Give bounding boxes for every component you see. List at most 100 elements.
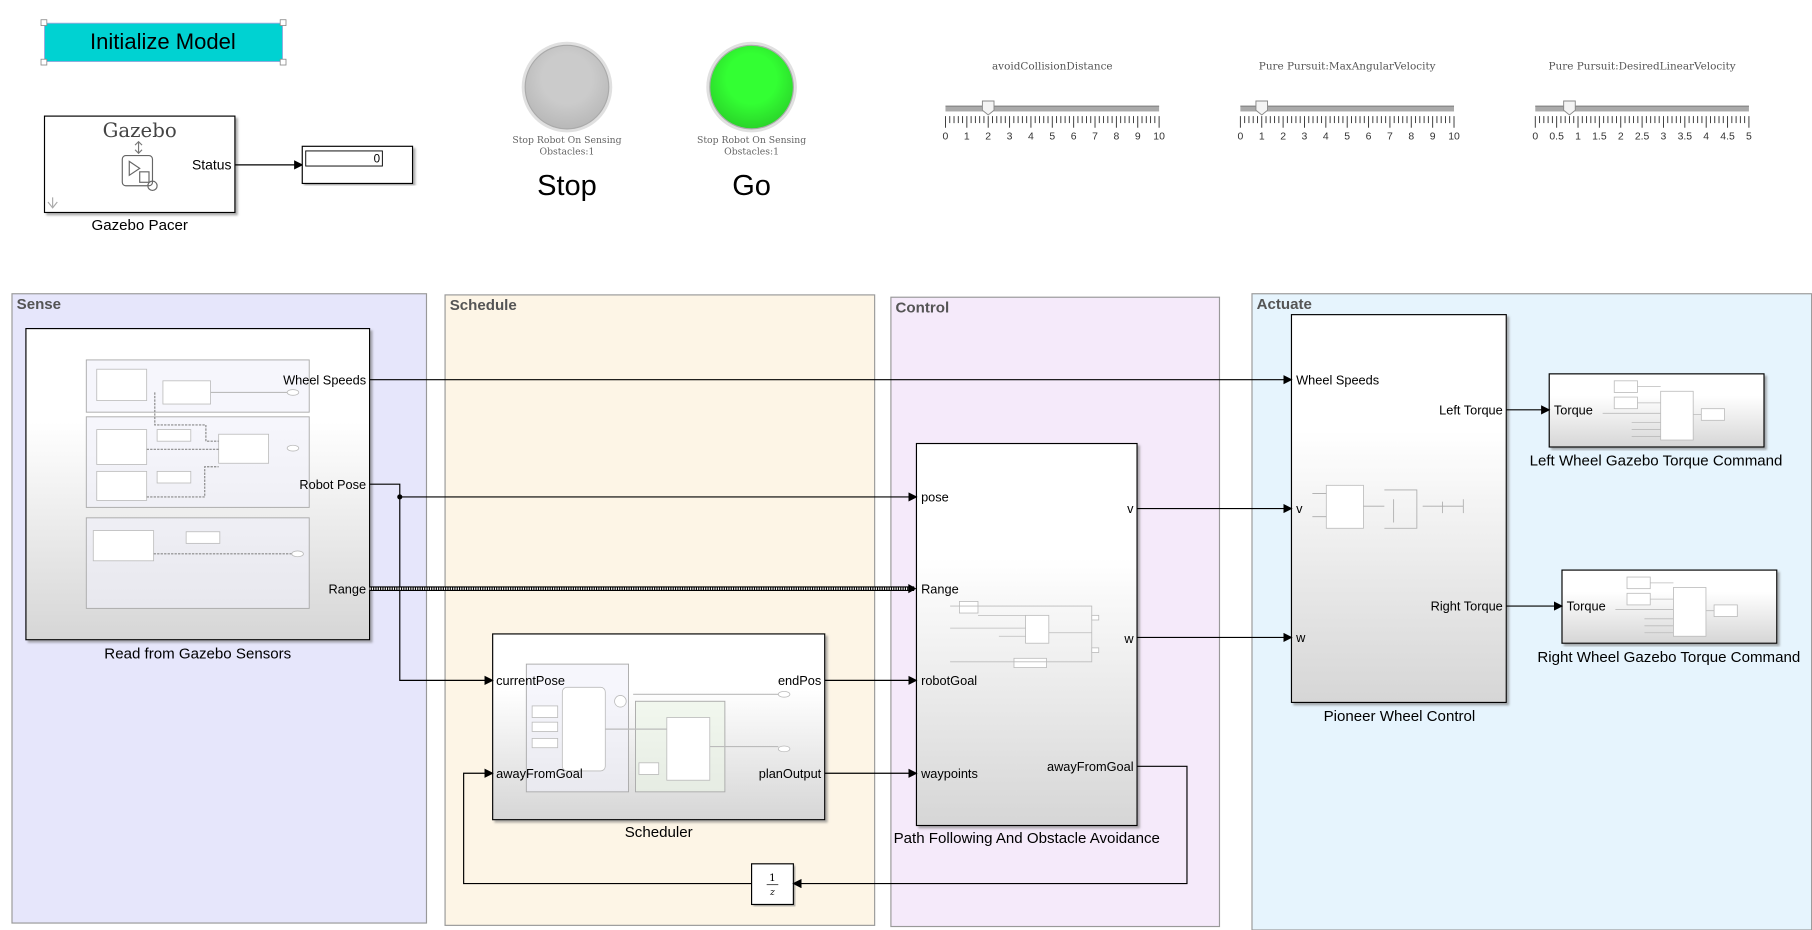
left-wheel-torque-block[interactable]: Torque Left Wheel Gazebo Torque Command <box>1530 373 1783 470</box>
port-w: w <box>1295 630 1306 645</box>
block-label: Left Wheel Gazebo Torque Command <box>1530 453 1783 470</box>
port-plan-output: planOutput <box>759 766 822 781</box>
port-pose: pose <box>921 490 949 505</box>
slider-title: avoidCollisionDistance <box>992 61 1113 73</box>
gazebo-icon-text: Gazebo <box>103 119 177 142</box>
display-value: 0 <box>374 153 380 166</box>
slider-tick-label: 4 <box>1028 131 1034 142</box>
port-v: v <box>1127 501 1134 516</box>
slider-title: Pure Pursuit:DesiredLinearVelocity <box>1548 61 1735 73</box>
slider-tick-label: 3.5 <box>1678 131 1693 142</box>
area-title: Schedule <box>450 297 517 314</box>
port-wheel-speeds: Wheel Speeds <box>1296 372 1379 387</box>
status-port: Status <box>192 157 232 173</box>
port-away-from-goal: awayFromGoal <box>1047 759 1134 774</box>
lamp-label: Stop <box>537 170 597 202</box>
resize-handle[interactable] <box>40 58 48 66</box>
resize-handle[interactable] <box>279 19 287 26</box>
port-end-pos: endPos <box>778 673 821 688</box>
slider-tick-label: 7 <box>1387 131 1393 142</box>
lamp-label: Go <box>732 170 771 202</box>
slider-tick-label: 1.5 <box>1592 131 1607 142</box>
display-block[interactable]: 0 <box>301 145 414 185</box>
slider-tick-label: 0.5 <box>1549 131 1564 142</box>
block-label: Read from Gazebo Sensors <box>104 645 291 662</box>
lamp-stop[interactable]: Stop Robot On Sensing Obstacles:1 Stop <box>512 41 622 202</box>
resize-handle[interactable] <box>40 19 48 26</box>
simulink-canvas: Initialize Model Gazebo Status Gazebo Pa… <box>11 19 1812 930</box>
lamp-go[interactable]: Stop Robot On Sensing Obstacles:1 Go <box>697 41 806 202</box>
slider-thumb[interactable] <box>1255 100 1269 116</box>
lamp-caption: Obstacles:1 <box>539 146 594 157</box>
port-wheel-speeds: Wheel Speeds <box>283 372 366 387</box>
block-label: Right Wheel Gazebo Torque Command <box>1537 649 1800 666</box>
slider-tick-label: 9 <box>1135 131 1141 142</box>
scheduler-block[interactable]: currentPose awayFromGoal endPos planOutp… <box>492 633 826 841</box>
area-title: Actuate <box>1257 296 1312 313</box>
right-wheel-torque-block[interactable]: Torque Right Wheel Gazebo Torque Command <box>1537 569 1800 666</box>
slider-tick-label: 5 <box>1746 131 1752 142</box>
resize-handle[interactable] <box>279 58 287 66</box>
slider-tick-label: 0 <box>943 131 949 142</box>
slider-tick-label: 6 <box>1071 131 1077 142</box>
delay-denominator: z <box>769 887 775 898</box>
area-title: Sense <box>17 296 61 313</box>
port-range: Range <box>328 581 366 596</box>
slider-tick-label: 7 <box>1092 131 1098 142</box>
slider-tick-label: 3 <box>1661 131 1667 142</box>
slider-thumb[interactable] <box>1563 100 1576 116</box>
slider-tick-label: 5 <box>1049 131 1055 142</box>
slider-2[interactable]: Pure Pursuit:DesiredLinearVelocity 0 0.5 1 1… <box>1532 61 1752 143</box>
slider-tick-label: 8 <box>1113 131 1119 142</box>
slider-1[interactable]: Pure Pursuit:MaxAngularVelocity 0 1 2 3 4 5 6 7 8… <box>1237 61 1460 143</box>
slider-tick-label: 1 <box>1575 131 1581 142</box>
read-from-gazebo-sensors-block[interactable]: Wheel Speeds Robot Pose Range Read from … <box>25 327 371 663</box>
branch-point <box>397 494 403 500</box>
gazebo-pacer-label: Gazebo Pacer <box>92 217 188 234</box>
slider-thumb[interactable] <box>981 100 995 116</box>
port-w: w <box>1123 631 1134 646</box>
block-label: Pioneer Wheel Control <box>1324 708 1476 725</box>
port-current-pose: currentPose <box>496 673 565 688</box>
port-robot-goal: robotGoal <box>921 673 977 688</box>
slider-tick-label: 2 <box>985 131 991 142</box>
slider-tick-label: 4 <box>1323 131 1329 142</box>
slider-tick-label: 8 <box>1408 131 1414 142</box>
path-following-block[interactable]: pose Range robotGoal waypoints v w awayF… <box>894 442 1160 847</box>
slider-0[interactable]: avoidCollisionDistance 0 1 2 3 4 5 6 7 8 9 10 <box>943 61 1166 143</box>
port-v: v <box>1296 501 1303 516</box>
block-label: Scheduler <box>625 824 693 841</box>
lamp-caption: Stop Robot On Sensing <box>697 135 806 146</box>
slider-tick-label: 9 <box>1430 131 1436 142</box>
port-away-from-goal: awayFromGoal <box>496 766 583 781</box>
port-torque: Torque <box>1554 402 1593 417</box>
port-left-torque: Left Torque <box>1439 402 1503 417</box>
slider-tick-label: 10 <box>1448 131 1460 142</box>
slider-tick-label: 2 <box>1618 131 1624 142</box>
lamp-caption: Obstacles:1 <box>724 146 779 157</box>
slider-tick-label: 10 <box>1153 131 1165 142</box>
slider-tick-label: 3 <box>1302 131 1308 142</box>
slider-tick-label: 4 <box>1703 131 1709 142</box>
slider-tick-label: 3 <box>1007 131 1013 142</box>
sliders: avoidCollisionDistance0 1 2 3 4 5 6 7 8 9 10Pure P… <box>943 61 1752 143</box>
slider-tick-label: 2.5 <box>1635 131 1650 142</box>
slider-tick-label: 2 <box>1280 131 1286 142</box>
port-range: Range <box>921 581 959 596</box>
port-right-torque: Right Torque <box>1431 599 1503 614</box>
gazebo-pacer-block[interactable]: Gazebo Status Gazebo Pacer <box>43 115 236 234</box>
slider-tick-label: 5 <box>1344 131 1350 142</box>
slider-tick-label: 6 <box>1366 131 1372 142</box>
port-robot-pose: Robot Pose <box>299 477 366 492</box>
slider-tick-label: 4.5 <box>1720 131 1735 142</box>
pioneer-wheel-control-block[interactable]: Wheel Speeds v w Left Torque Right Torqu… <box>1290 314 1507 725</box>
slider-tick-label: 0 <box>1532 131 1538 142</box>
unit-delay-block[interactable]: 1 z <box>751 863 794 906</box>
slider-title: Pure Pursuit:MaxAngularVelocity <box>1259 61 1436 73</box>
init-button-label: Initialize Model <box>90 29 236 54</box>
slider-tick-label: 0 <box>1237 131 1243 142</box>
delay-numerator: 1 <box>769 872 776 884</box>
slider-tick-label: 1 <box>964 131 970 142</box>
slider-tick-label: 1 <box>1259 131 1265 142</box>
initialize-model-button[interactable]: Initialize Model <box>40 19 287 66</box>
